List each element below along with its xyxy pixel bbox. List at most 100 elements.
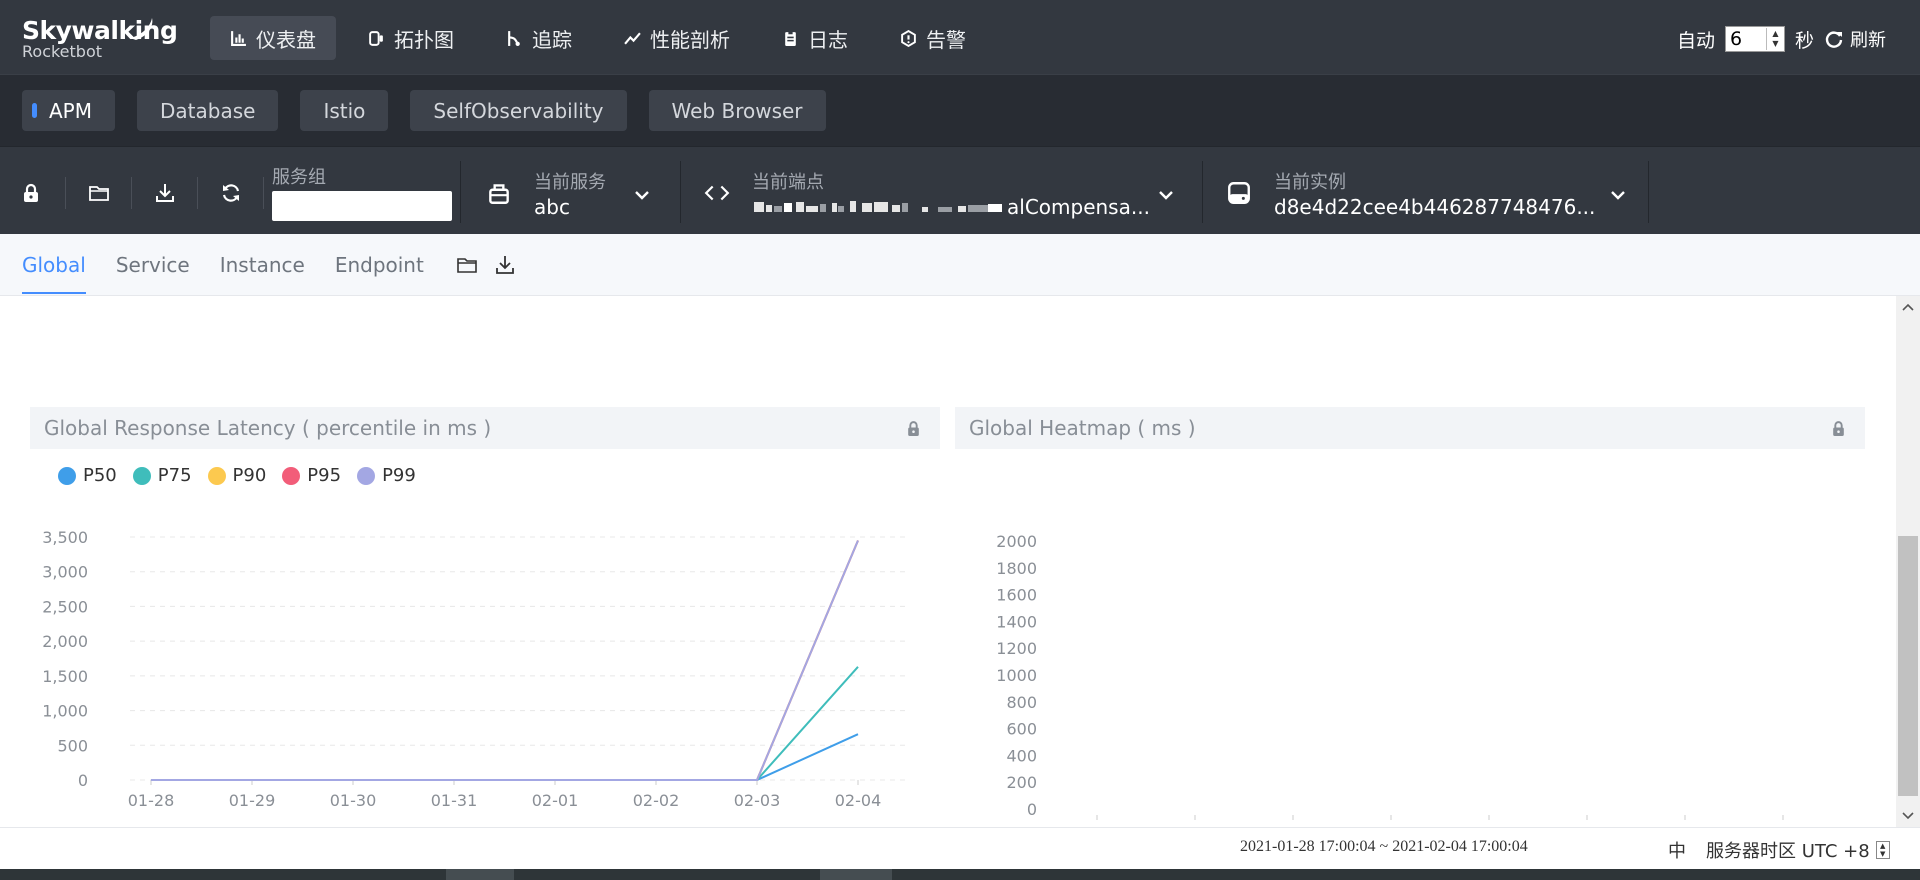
layer-apm[interactable]: APM (22, 90, 115, 131)
os-taskbar (0, 869, 1920, 880)
layer-istio[interactable]: Istio (300, 90, 389, 131)
nav-label: 告警 (926, 27, 966, 52)
lock-icon (24, 183, 38, 202)
panel-header: Global Heatmap ( ms ) (955, 407, 1865, 449)
scrollbar-thumb[interactable] (1898, 536, 1918, 796)
legend-item-p99[interactable]: P99 (357, 465, 416, 486)
y-tick-label: 2,500 (42, 597, 88, 616)
import-button[interactable] (66, 177, 132, 209)
selector-bar: 服务组 当前服务 abc 当前端点 alCompensa... 当前实例 d8e4d… (0, 146, 1920, 234)
service-box-icon (489, 184, 509, 204)
endpoint-selector[interactable]: 当前端点 alCompensa... (704, 165, 1194, 221)
legend-swatch (207, 466, 226, 485)
y-tick-label: 500 (57, 736, 88, 755)
tab-global[interactable]: Global (22, 234, 86, 296)
timezone-selector[interactable]: 服务器时区 UTC +8 ▲ ▼ (1706, 837, 1890, 863)
endpoint-value-row: alCompensa... (752, 195, 1150, 219)
time-range[interactable]: 2021-01-28 17:00:04 ~ 2021-02-04 17:00:0… (1240, 838, 1528, 856)
reload-button[interactable] (198, 177, 264, 209)
x-tick-label: 02-02 (633, 791, 680, 810)
spinner-down-icon: ▼ (1772, 39, 1779, 48)
download-icon (155, 184, 174, 202)
legend-swatch (132, 466, 151, 485)
active-indicator (32, 103, 37, 118)
y-tick-label: 800 (1006, 693, 1037, 712)
legend-item-p95[interactable]: P95 (282, 465, 341, 486)
refresh-button[interactable]: 刷新 (1824, 26, 1886, 52)
legend-label: P75 (157, 465, 192, 486)
chart-title: Global Heatmap ( ms ) (969, 416, 1196, 440)
refresh-button-label: 刷新 (1850, 30, 1886, 51)
export-button[interactable] (132, 177, 198, 209)
legend-swatch (282, 466, 301, 485)
refresh-interval-input[interactable]: 6 ▲ ▼ (1724, 26, 1785, 52)
legend-item-p50[interactable]: P50 (58, 465, 117, 486)
language-toggle[interactable]: 中 (1668, 837, 1686, 863)
trend-icon (624, 31, 641, 44)
folder-icon[interactable] (456, 254, 478, 276)
endpoint-value: alCompensa... (1007, 194, 1150, 219)
layer-label: Istio (323, 98, 366, 123)
nav-item-alarm[interactable]: 告警 (880, 16, 986, 60)
heatmap-chart-panel: Global Heatmap ( ms ) 0 200 400 600 800 1000 1… (955, 407, 1865, 827)
layer-selfobservability[interactable]: SelfObservability (410, 90, 627, 131)
status-footer: 2021-01-28 17:00:04 ~ 2021-02-04 17:00:0… (0, 827, 1920, 869)
chevron-down-icon (1159, 191, 1173, 200)
taskbar-item[interactable] (820, 869, 892, 880)
nav-item-logs[interactable]: 日志 (762, 16, 868, 60)
lock-button[interactable] (18, 177, 66, 209)
nav-item-trace[interactable]: 追踪 (486, 16, 592, 60)
nav-label: 追踪 (532, 27, 572, 52)
legend-item-p75[interactable]: P75 (132, 465, 192, 486)
layer-tabs: APM Database Istio SelfObservability Web… (22, 90, 826, 131)
auto-refresh-area: 自动 6 ▲ ▼ 秒 刷新 (1677, 22, 1886, 56)
interval-spinner[interactable]: ▲ ▼ (1765, 28, 1784, 50)
service-selector[interactable]: 当前服务 abc (486, 165, 682, 221)
clipboard-icon (785, 30, 796, 46)
nav-item-profiling[interactable]: 性能剖析 (604, 16, 750, 60)
legend-item-p90[interactable]: P90 (207, 465, 266, 486)
series-line-p50 (151, 733, 859, 781)
x-tick-label: 02-03 (734, 791, 781, 810)
layer-label: SelfObservability (433, 98, 604, 123)
alarm-icon (901, 29, 916, 47)
instance-selector[interactable]: 当前实例 d8e4d22cee4b446287748476... (1226, 165, 1646, 221)
vertical-scrollbar[interactable] (1896, 296, 1920, 827)
legend-swatch (58, 466, 76, 485)
code-icon (704, 185, 730, 201)
endpoint-label: 当前端点 (752, 171, 824, 193)
nav-item-dashboard[interactable]: 仪表盘 (210, 16, 336, 60)
spinner-down-icon: ▼ (1879, 850, 1886, 858)
layer-label: Database (160, 98, 256, 123)
legend-label: P50 (83, 465, 117, 486)
refresh-unit-label: 秒 (1794, 29, 1814, 52)
y-tick-label: 200 (1006, 773, 1037, 792)
timezone-spinner[interactable]: ▲ ▼ (1875, 841, 1890, 859)
tab-endpoint[interactable]: Endpoint (335, 234, 424, 296)
server-icon (1228, 182, 1250, 204)
service-group-input[interactable] (272, 191, 452, 221)
main-nav: 仪表盘 拓扑图 追踪 性能剖析 日志 告警 (210, 16, 998, 60)
lock-icon[interactable] (1830, 420, 1847, 437)
tab-instance[interactable]: Instance (220, 234, 305, 296)
service-group-label: 服务组 (272, 167, 326, 188)
layer-database[interactable]: Database (137, 90, 279, 131)
download-icon[interactable] (494, 254, 516, 276)
redacted-text-icon (754, 200, 1002, 212)
taskbar-item[interactable] (446, 869, 514, 880)
y-tick-label: 0 (78, 771, 88, 790)
latency-line-chart: 0 500 1,000 1,500 2,000 2,500 3,000 3,500 01-28 0… (42, 528, 910, 810)
skywalking-logo[interactable]: Skywalking Rocketbot (22, 16, 178, 68)
lock-icon[interactable] (905, 420, 922, 437)
nav-item-topology[interactable]: 拓扑图 (348, 16, 474, 60)
y-tick-label: 600 (1006, 720, 1037, 739)
legend-swatch (357, 466, 376, 485)
layer-web-browser[interactable]: Web Browser (648, 90, 826, 131)
layer-label: Web Browser (671, 98, 803, 123)
divider (680, 161, 681, 223)
scroll-down-icon[interactable] (1902, 809, 1914, 821)
y-tick-label: 1800 (996, 559, 1037, 578)
tab-service[interactable]: Service (116, 234, 190, 296)
scroll-up-icon[interactable] (1902, 302, 1914, 314)
nav-label: 拓扑图 (394, 27, 454, 52)
